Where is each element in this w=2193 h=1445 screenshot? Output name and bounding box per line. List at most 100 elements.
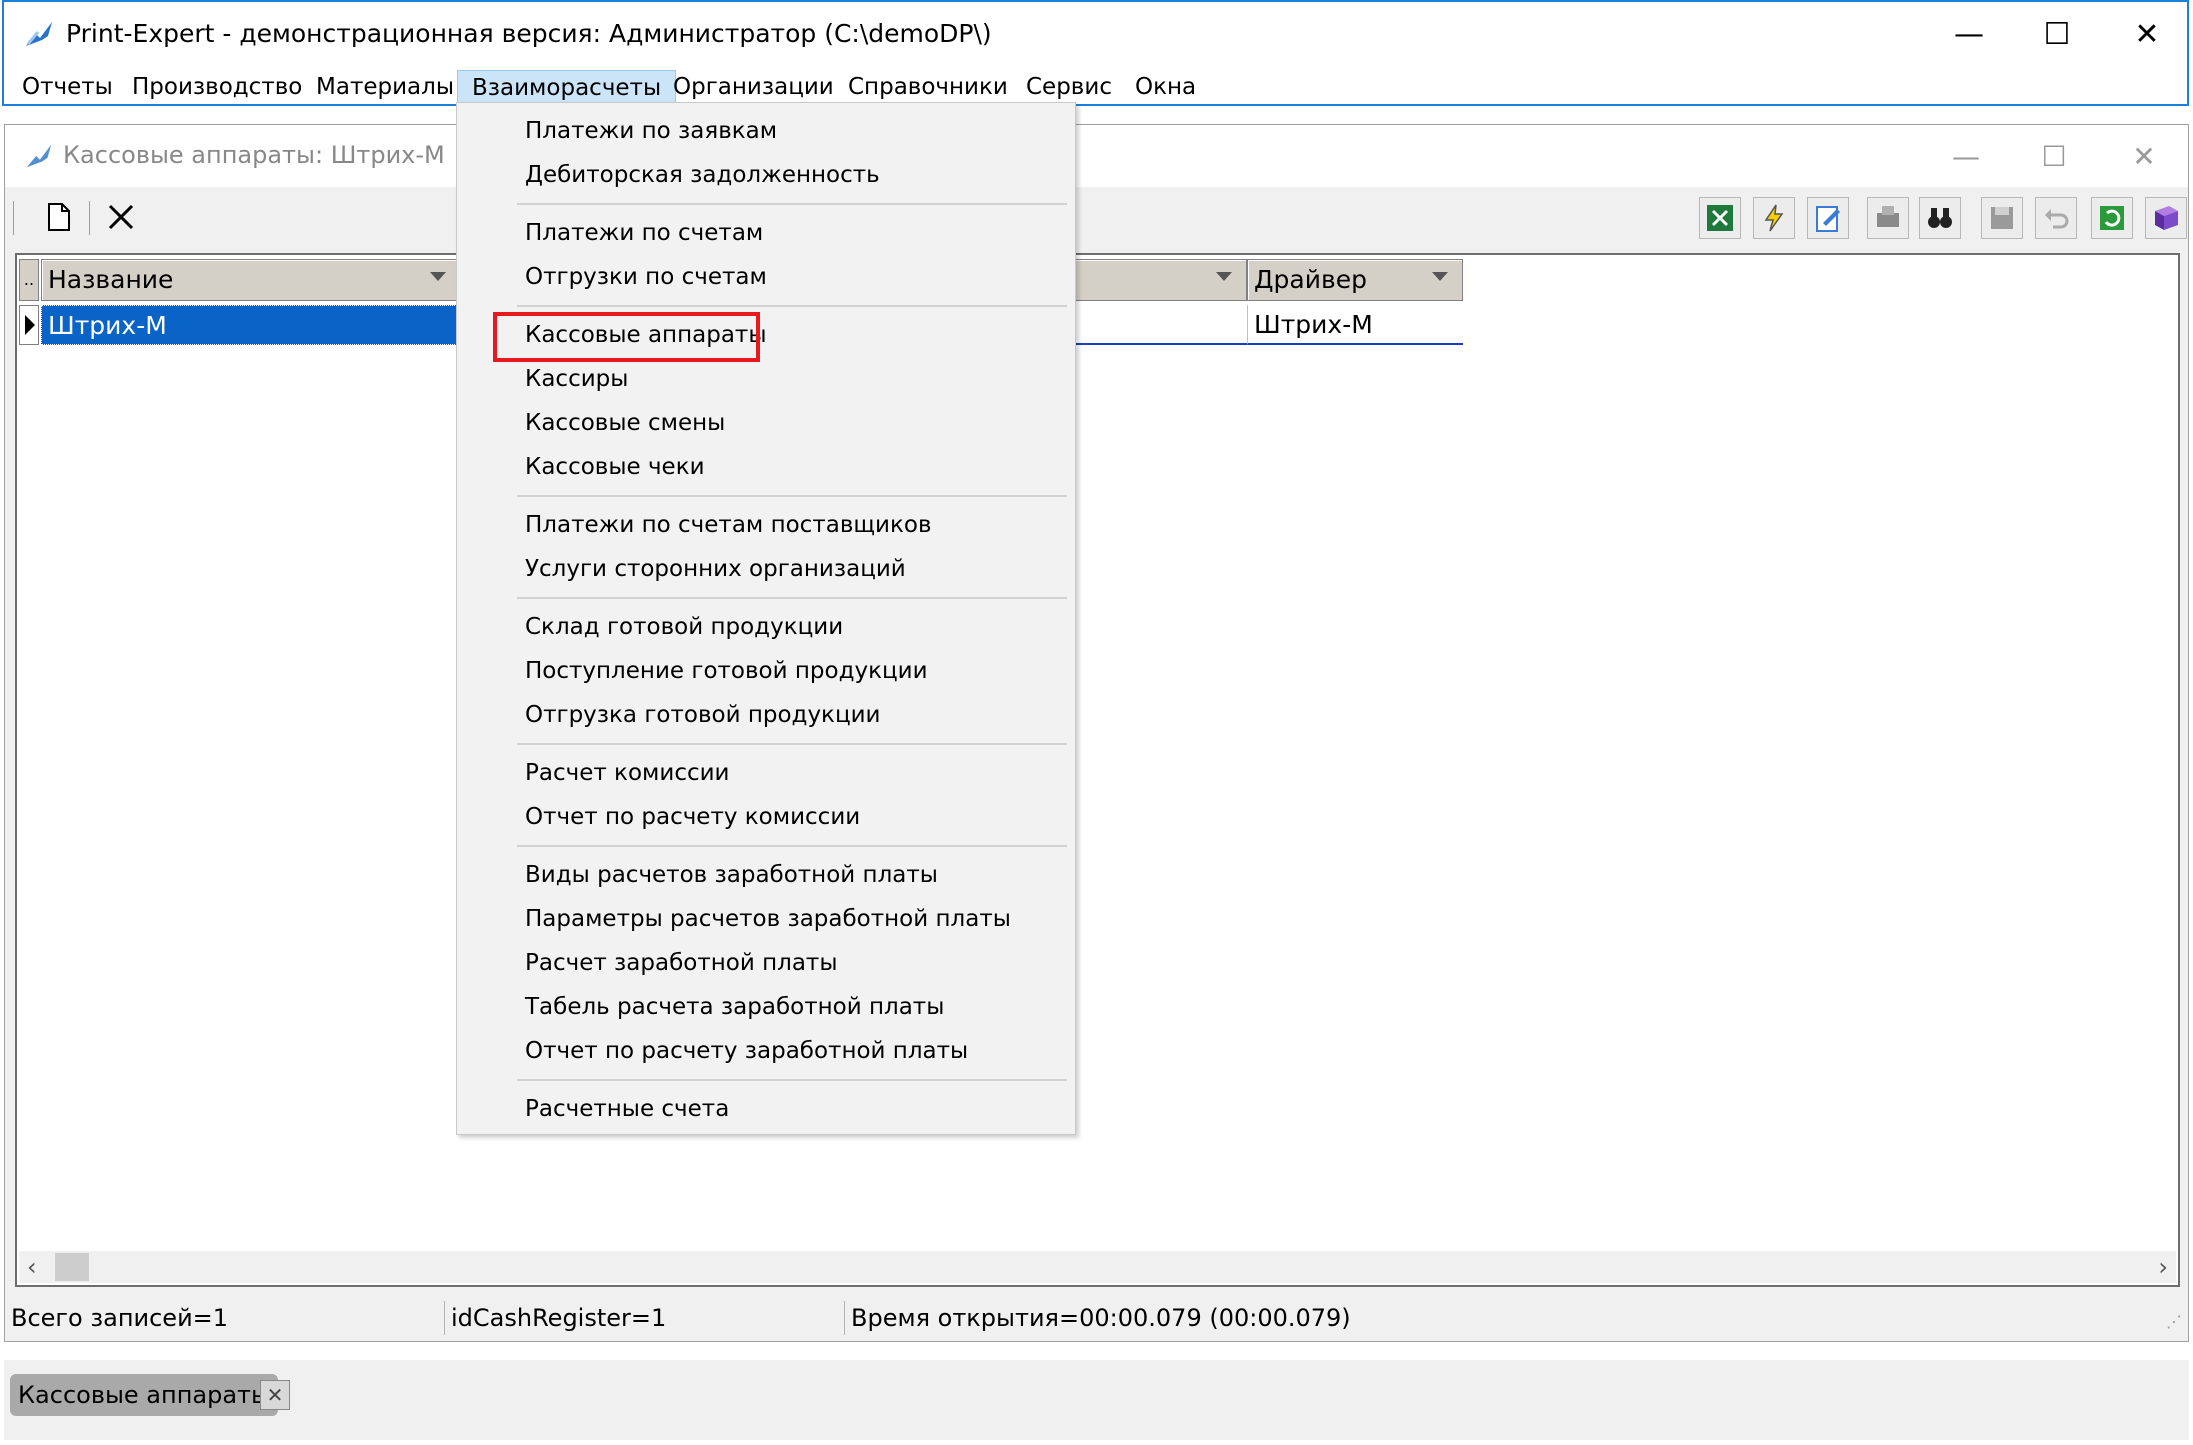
menu-separator (517, 203, 1067, 205)
menu-reports[interactable]: Отчеты (8, 70, 127, 104)
maximize-icon: ☐ (2043, 16, 2071, 52)
menu-item-payroll-calc[interactable]: Расчет заработной платы (525, 943, 838, 983)
menu-bar: Отчеты Производство Материалы Взаиморасч… (4, 66, 2187, 106)
close-icon: ✕ (2134, 16, 2160, 52)
menu-item-shipments-by-invoices[interactable]: Отгрузки по счетам (525, 257, 767, 297)
table-cell-name[interactable]: Штрих-М (41, 305, 461, 345)
menu-item-payments-by-invoices[interactable]: Платежи по счетам (525, 213, 763, 253)
new-record-button[interactable] (39, 197, 79, 237)
horizontal-scrollbar[interactable]: ‹ › (19, 1251, 2176, 1283)
resize-grip-icon[interactable]: ⋰ (2166, 1312, 2182, 1331)
menu-separator (517, 1079, 1067, 1081)
menu-separator (517, 495, 1067, 497)
scrollbar-thumb[interactable] (55, 1253, 89, 1281)
undo-button[interactable] (2035, 197, 2077, 239)
grid-header: .. Название Драйвер (17, 255, 2178, 303)
print-button[interactable] (1867, 197, 1909, 239)
delete-icon (108, 204, 134, 230)
menu-settlements[interactable]: Взаиморасчеты (457, 70, 677, 104)
menu-item-commission-calc[interactable]: Расчет комиссии (525, 753, 730, 793)
menu-separator (517, 305, 1067, 307)
menu-separator (517, 743, 1067, 745)
child-title-bar: Кассовые аппараты: Штрих-М — ☐ ✕ (5, 125, 2188, 187)
column-header-driver[interactable]: Драйвер (1247, 259, 1463, 301)
save-button[interactable] (1981, 197, 2023, 239)
status-record-id: idCashRegister=1 (445, 1301, 845, 1335)
menu-item-payroll-types[interactable]: Виды расчетов заработной платы (525, 855, 938, 895)
menu-item-receipts[interactable]: Кассовые чеки (525, 447, 705, 487)
chevron-down-icon (1432, 272, 1448, 281)
menu-item-finished-goods-warehouse[interactable]: Склад готовой продукции (525, 607, 843, 647)
chevron-down-icon (1216, 272, 1232, 281)
menu-organizations[interactable]: Организации (659, 70, 848, 104)
scroll-right-icon[interactable]: › (2158, 1251, 2168, 1283)
printer-icon (1877, 206, 1899, 227)
child-minimize-button[interactable]: — (1921, 125, 2011, 187)
close-button[interactable]: ✕ (2102, 2, 2192, 66)
maximize-button[interactable]: ☐ (2012, 2, 2102, 66)
settlements-dropdown-menu: Платежи по заявкам Дебиторская задолженн… (456, 102, 1076, 1135)
excel-icon (1707, 205, 1733, 231)
minimize-icon: — (1954, 16, 1984, 52)
status-open-time: Время открытия=00:00.079 (00:00.079) (851, 1304, 1351, 1332)
delete-record-button[interactable] (101, 197, 141, 237)
menu-item-finished-goods-shipment[interactable]: Отгрузка готовой продукции (525, 695, 881, 735)
menu-service[interactable]: Сервис (1012, 70, 1126, 104)
minimize-button[interactable]: — (1924, 2, 2014, 66)
data-grid: .. Название Драйвер Штрих-М А Штрих-М ‹ … (15, 253, 2180, 1287)
status-bar: Всего записей=1 idCashRegister=1 Время о… (5, 1297, 2188, 1337)
refresh-button[interactable] (2091, 197, 2133, 239)
status-total-records: Всего записей=1 (5, 1301, 445, 1335)
menu-item-receivables[interactable]: Дебиторская задолженность (525, 155, 880, 195)
menu-item-payroll-report[interactable]: Отчет по расчету заработной платы (525, 1031, 968, 1071)
highlight-annotation (493, 312, 760, 362)
menu-item-supplier-payments[interactable]: Платежи по счетам поставщиков (525, 505, 932, 545)
edit-button[interactable] (1807, 197, 1849, 239)
menu-windows[interactable]: Окна (1121, 70, 1210, 104)
new-document-icon (48, 203, 70, 231)
title-bar: Print-Expert - демонстрационная версия: … (4, 2, 2187, 66)
book-icon (2155, 206, 2178, 230)
binoculars-icon (1928, 208, 1952, 228)
menu-item-finished-goods-receipt[interactable]: Поступление готовой продукции (525, 651, 928, 691)
tab-cash-registers[interactable]: Кассовые аппараты (10, 1374, 278, 1416)
quick-action-button[interactable] (1753, 197, 1795, 239)
child-window-title: Кассовые аппараты: Штрих-М (63, 141, 445, 169)
app-logo-icon (26, 144, 52, 168)
toolbar (5, 187, 2188, 245)
menu-references[interactable]: Справочники (834, 70, 1022, 104)
menu-item-payroll-timesheet[interactable]: Табель расчета заработной платы (525, 987, 944, 1027)
menu-item-payments-by-orders[interactable]: Платежи по заявкам (525, 111, 777, 151)
refresh-icon (2100, 206, 2124, 230)
chevron-down-icon (430, 272, 446, 281)
toolbar-separator (13, 201, 14, 235)
lightning-icon (1764, 204, 1784, 232)
scroll-left-icon[interactable]: ‹ (27, 1251, 37, 1283)
child-close-button[interactable]: ✕ (2099, 125, 2189, 187)
export-excel-button[interactable] (1699, 197, 1741, 239)
menu-separator (517, 597, 1067, 599)
table-cell-driver[interactable]: Штрих-М (1247, 305, 1463, 345)
close-tab-icon[interactable]: ✕ (260, 1380, 290, 1410)
minimize-icon: — (1952, 139, 1980, 173)
menu-item-commission-report[interactable]: Отчет по расчету комиссии (525, 797, 860, 837)
menu-item-bank-accounts[interactable]: Расчетные счета (525, 1089, 729, 1129)
window-tab-bar: Кассовые аппараты ✕ (4, 1360, 2189, 1440)
menu-materials[interactable]: Материалы (302, 70, 468, 104)
menu-item-cash-shifts[interactable]: Кассовые смены (525, 403, 725, 443)
menu-production[interactable]: Производство (118, 70, 316, 104)
child-maximize-button[interactable]: ☐ (2009, 125, 2099, 187)
cash-registers-window: Кассовые аппараты: Штрих-М — ☐ ✕ .. Назв… (4, 124, 2189, 1342)
search-button[interactable] (1919, 197, 1961, 239)
column-header-name[interactable]: Название (41, 259, 461, 301)
toolbar-separator (89, 201, 90, 235)
help-book-button[interactable] (2145, 197, 2187, 239)
menu-item-third-party-services[interactable]: Услуги сторонних организаций (525, 549, 906, 589)
row-indicator-header: .. (19, 259, 39, 301)
close-icon: ✕ (2132, 139, 2156, 173)
menu-item-cashiers[interactable]: Кассиры (525, 359, 628, 399)
edit-icon (1816, 206, 1840, 232)
app-title: Print-Expert - демонстрационная версия: … (66, 19, 992, 48)
undo-icon (2045, 209, 2069, 229)
menu-item-payroll-params[interactable]: Параметры расчетов заработной платы (525, 899, 1011, 939)
